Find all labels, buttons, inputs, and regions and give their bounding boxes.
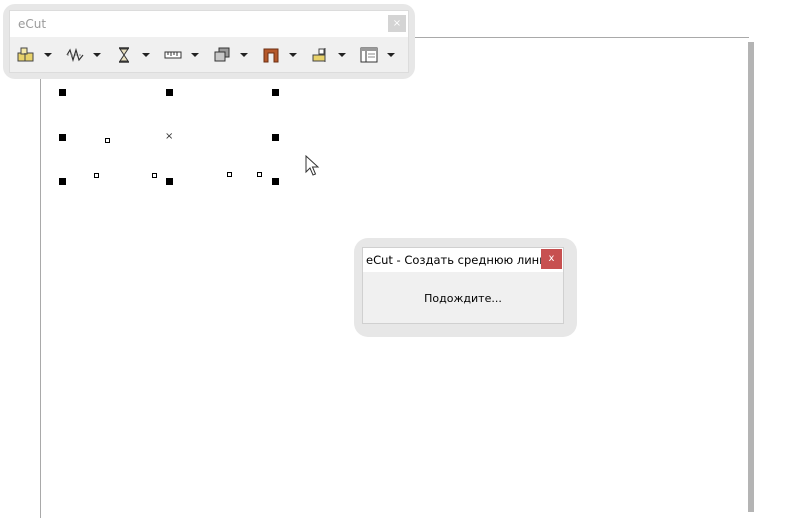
node-handle[interactable] [227, 172, 232, 177]
layout-icon [16, 46, 36, 64]
wave-line-icon [65, 46, 85, 64]
panel-dropdown-arrow[interactable] [387, 53, 395, 57]
mouse-cursor-icon [305, 155, 320, 176]
layout-dropdown-arrow[interactable] [44, 53, 52, 57]
selection-handle[interactable] [272, 134, 279, 141]
node-handle[interactable] [152, 173, 157, 178]
panel-icon [359, 46, 379, 64]
selection-handle[interactable] [272, 178, 279, 185]
hourglass-dropdown-arrow[interactable] [142, 53, 150, 57]
node-handle[interactable] [105, 138, 110, 143]
toolbar-buttons [16, 44, 408, 66]
dialog-close-button[interactable]: x [541, 249, 562, 269]
stack-button[interactable] [212, 46, 248, 64]
stack-dropdown-arrow[interactable] [240, 53, 248, 57]
stack-icon [212, 46, 232, 64]
toolbar-close-button[interactable]: × [388, 15, 406, 32]
ruler-button[interactable] [163, 46, 199, 64]
dialog-titlebar[interactable]: eCut - Создать среднюю линию x [363, 248, 563, 272]
selection-handle[interactable] [272, 89, 279, 96]
ruler-icon [163, 46, 183, 64]
selection-handle[interactable] [59, 89, 66, 96]
toolbar-titlebar[interactable]: eCut × [10, 11, 408, 37]
panel-button[interactable] [359, 46, 395, 64]
selection-handle[interactable] [59, 178, 66, 185]
arch-frame-button[interactable] [261, 46, 297, 64]
node-handle[interactable] [257, 172, 262, 177]
center-marker: × [165, 131, 174, 142]
toolbar-title: eCut [18, 17, 47, 31]
dialog-message: Подождите... [424, 292, 502, 305]
arch-frame-dropdown-arrow[interactable] [289, 53, 297, 57]
selection-handle[interactable] [166, 89, 173, 96]
align-dropdown-arrow[interactable] [338, 53, 346, 57]
dialog-title: eCut - Создать среднюю линию [366, 253, 557, 267]
hourglass-button[interactable] [114, 46, 150, 64]
selection-handle[interactable] [166, 178, 173, 185]
page-shadow [748, 42, 754, 512]
hourglass-icon [114, 46, 134, 64]
progress-dialog[interactable]: eCut - Создать среднюю линию x Подождите… [362, 247, 564, 324]
wave-line-dropdown-arrow[interactable] [93, 53, 101, 57]
node-handle[interactable] [94, 173, 99, 178]
ecut-toolbar-window[interactable]: eCut × [9, 10, 409, 73]
layout-button[interactable] [16, 46, 52, 64]
arch-frame-icon [261, 46, 281, 64]
wave-line-button[interactable] [65, 46, 101, 64]
align-button[interactable] [310, 46, 346, 64]
ruler-dropdown-arrow[interactable] [191, 53, 199, 57]
align-icon [310, 46, 330, 64]
selection-handle[interactable] [59, 134, 66, 141]
